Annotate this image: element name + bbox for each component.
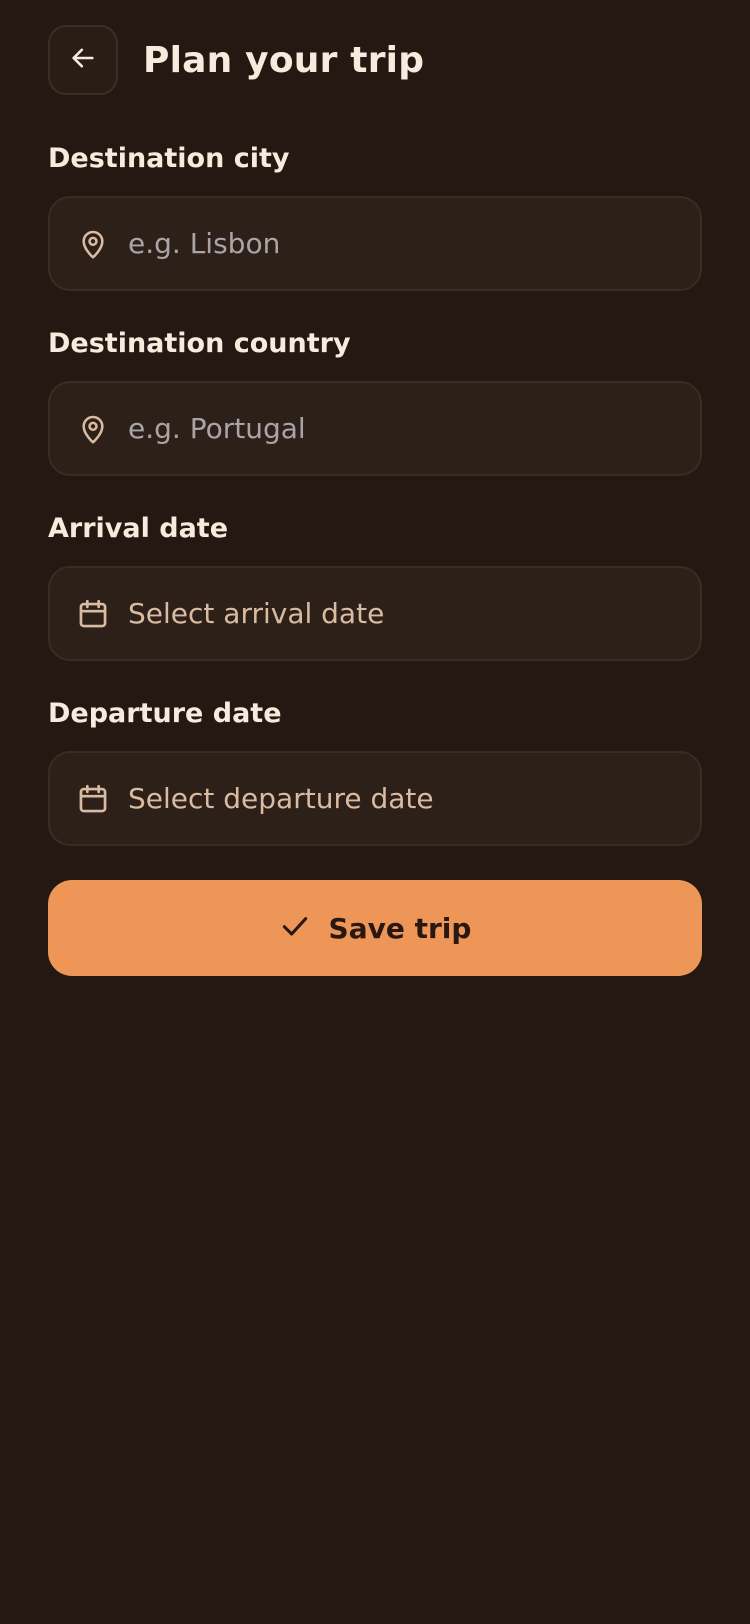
destination-country-field: Destination country e.g. Portugal: [48, 325, 702, 476]
arrival-date-placeholder: Select arrival date: [128, 597, 385, 630]
save-trip-button[interactable]: Save trip: [48, 880, 702, 976]
departure-date-placeholder: Select departure date: [128, 782, 434, 815]
arrival-date-field: Arrival date Select arrival date: [48, 510, 702, 661]
departure-date-picker[interactable]: Select departure date: [48, 751, 702, 846]
save-trip-label: Save trip: [328, 911, 472, 945]
destination-country-input[interactable]: e.g. Portugal: [48, 381, 702, 476]
arrival-date-label: Arrival date: [48, 513, 229, 544]
calendar-icon: [76, 597, 110, 631]
back-button[interactable]: [48, 25, 118, 95]
destination-city-input[interactable]: e.g. Lisbon: [48, 196, 702, 291]
departure-date-field: Departure date Select departure date: [48, 695, 702, 846]
check-icon: [279, 910, 311, 946]
destination-country-label: Destination country: [48, 328, 351, 359]
map-pin-icon: [76, 227, 110, 261]
destination-city-label: Destination city: [48, 143, 290, 174]
destination-city-placeholder: e.g. Lisbon: [128, 227, 281, 260]
map-pin-icon: [76, 412, 110, 446]
arrival-date-picker[interactable]: Select arrival date: [48, 566, 702, 661]
trip-form: Destination city e.g. Lisbon Destination…: [48, 140, 702, 976]
calendar-icon: [76, 782, 110, 816]
destination-country-placeholder: e.g. Portugal: [128, 412, 306, 445]
header: Plan your trip: [48, 24, 424, 96]
page-title: Plan your trip: [143, 39, 425, 81]
departure-date-label: Departure date: [48, 698, 282, 729]
destination-city-field: Destination city e.g. Lisbon: [48, 140, 702, 291]
arrow-left-icon: [69, 44, 97, 76]
